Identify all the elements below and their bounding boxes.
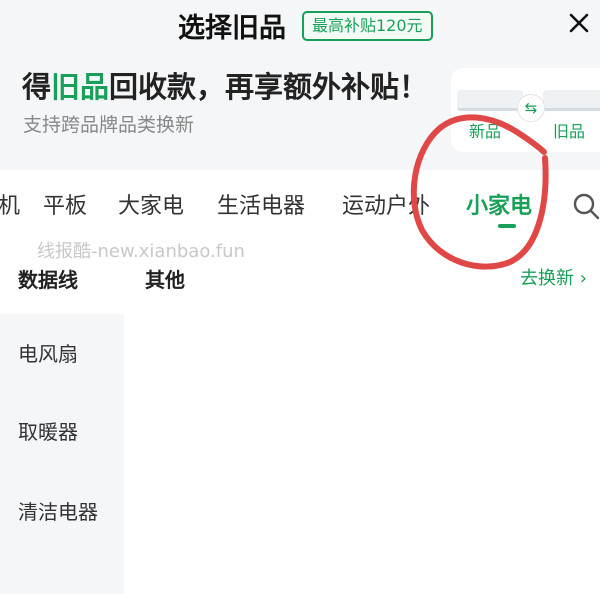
headline-highlight: 旧品 [51, 70, 110, 104]
swap-illustration: ⇆ 新品 旧品 [451, 68, 600, 152]
section-title: 其他 [145, 268, 185, 292]
old-product-label: 旧品 [553, 122, 586, 141]
banner-subline: 支持跨品牌品类换新 [23, 114, 195, 136]
subsidy-badge: 最高补贴120元 [302, 11, 433, 41]
new-product-label: 新品 [469, 122, 502, 141]
search-icon[interactable] [572, 192, 600, 220]
promo-banner: 得旧品回收款，再享额外补贴！ 支持跨品牌品类换新 ⇆ 新品 旧品 [0, 52, 600, 170]
headline-prefix: 得 [22, 70, 52, 104]
old-product-image [543, 90, 600, 111]
close-icon[interactable] [562, 6, 596, 40]
tab-small-appliance[interactable]: 小家电 [466, 188, 532, 220]
sidebar-item-heater[interactable]: 取暖器 [18, 418, 106, 446]
tab-phone[interactable]: 机 [0, 188, 20, 220]
tab-tablet[interactable]: 平板 [43, 188, 87, 220]
active-tab-indicator [498, 224, 516, 228]
page-title: 选择旧品 [178, 13, 286, 44]
tab-outdoor[interactable]: 运动户外 [342, 188, 430, 220]
sidebar-item-selected[interactable]: 数据线 [18, 264, 78, 293]
subcategory-row: 数据线 其他 去换新 › [0, 258, 600, 314]
headline-suffix: 回收款，再享额外补贴！ [109, 70, 429, 104]
category-sidebar: 电风扇 取暖器 清洁电器 [0, 314, 124, 594]
new-product-image [457, 90, 523, 111]
swap-icon: ⇆ [517, 94, 545, 122]
sidebar-item-cleaning[interactable]: 清洁电器 [18, 498, 106, 526]
top-bar: 选择旧品 最高补贴120元 [0, 0, 600, 52]
trade-in-link[interactable]: 去换新 › [520, 264, 587, 290]
sidebar-item-fan[interactable]: 电风扇 [18, 340, 106, 368]
tab-life-appliance[interactable]: 生活电器 [217, 188, 305, 220]
category-tabs: 机 平板 大家电 生活电器 运动户外 小家电 [0, 170, 600, 236]
tab-large-appliance[interactable]: 大家电 [118, 188, 184, 220]
banner-headline: 得旧品回收款，再享额外补贴！ [22, 64, 428, 106]
